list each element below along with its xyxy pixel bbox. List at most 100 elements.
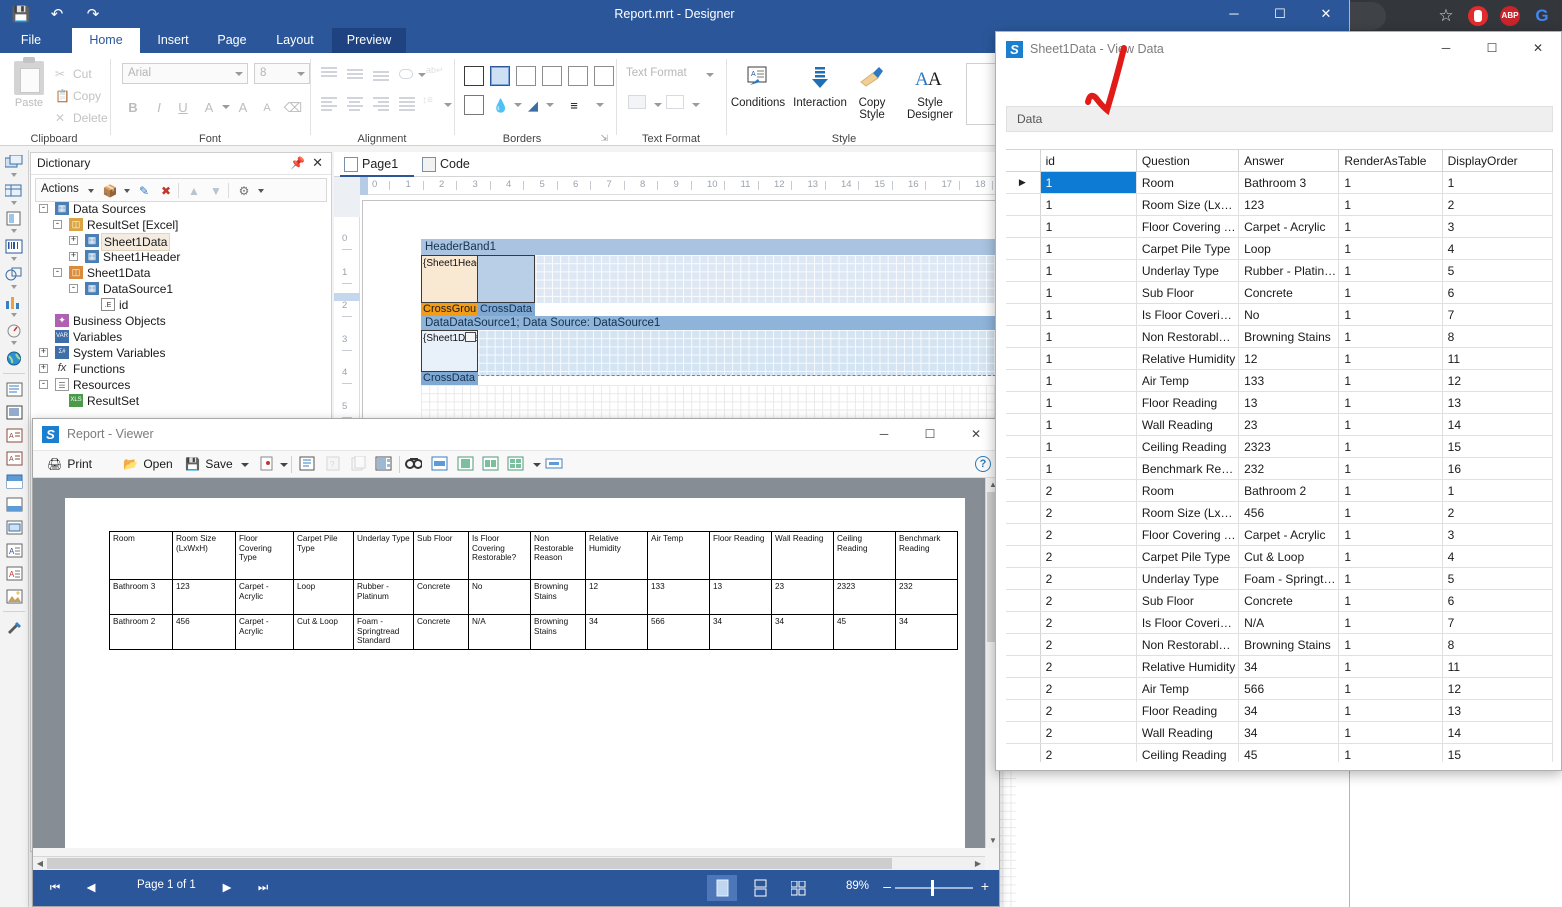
tab-page[interactable]: Page: [206, 28, 258, 53]
cell-question[interactable]: Ceiling Reading: [1136, 743, 1240, 762]
font-color-button[interactable]: A: [198, 97, 220, 119]
copy-style-button[interactable]: Copy Style: [848, 59, 896, 121]
align-right-icon[interactable]: [370, 95, 392, 115]
zoom-slider[interactable]: [895, 887, 973, 889]
row-selector-cell[interactable]: [1006, 655, 1041, 678]
thumbnails-icon[interactable]: [375, 456, 393, 473]
cell-answer[interactable]: Browning Stains: [1238, 325, 1340, 348]
align-top-icon[interactable]: [318, 65, 340, 85]
cell-answer[interactable]: Carpet - Acrylic: [1238, 215, 1340, 238]
cell-renderastable[interactable]: 1: [1338, 699, 1443, 722]
minimize-button[interactable]: ─: [861, 419, 907, 449]
cell-question[interactable]: Room: [1136, 171, 1240, 194]
cell-answer[interactable]: 456: [1238, 501, 1340, 524]
table-row[interactable]: 1 Wall Reading 23 1 14: [1006, 413, 1553, 436]
tree-item-id[interactable]: .E id: [37, 297, 327, 313]
prev-page-button[interactable]: ◀: [79, 878, 103, 898]
cell-id[interactable]: 2: [1040, 611, 1137, 634]
row-selector-cell[interactable]: [1006, 303, 1041, 326]
cell-question[interactable]: Relative Humidity: [1136, 655, 1240, 678]
cell-answer[interactable]: 34: [1238, 721, 1340, 744]
cell-answer[interactable]: N/A: [1238, 611, 1340, 634]
move-up-icon[interactable]: ▲: [186, 183, 202, 199]
expander-icon[interactable]: +: [39, 348, 48, 357]
cell-renderastable[interactable]: 1: [1338, 567, 1443, 590]
table-row[interactable]: 2 Room Bathroom 211: [1006, 479, 1553, 502]
cell-id[interactable]: 1: [1040, 413, 1137, 436]
border-right-icon[interactable]: [594, 66, 614, 86]
text-format-value[interactable]: Text Format: [626, 67, 687, 79]
table-row[interactable]: 2 Is Floor Covering ... N/A 1 7: [1006, 611, 1553, 634]
cell-question[interactable]: Floor Covering Ty...: [1136, 523, 1240, 546]
table-row[interactable]: 1 Underlay Type Rubber - Platinum 1 5: [1006, 259, 1553, 282]
border-style-icon[interactable]: ≡: [554, 95, 594, 117]
chevron-down-icon[interactable]: [596, 103, 604, 107]
table-row[interactable]: 1 Sub Floor Concrete 1 6: [1006, 281, 1553, 304]
table-row[interactable]: 1 Carpet Pile Type Loop 1 4: [1006, 237, 1553, 260]
page-copy-icon[interactable]: [351, 455, 369, 473]
cell-question[interactable]: Sub Floor: [1136, 281, 1240, 304]
cell-question[interactable]: Carpet Pile Type: [1136, 545, 1240, 568]
table-row[interactable]: 2 Carpet Pile Type Cut & Loop 1 4: [1006, 545, 1553, 568]
row-selector-cell[interactable]: ▶: [1006, 171, 1041, 194]
cell-answer[interactable]: Browning Stains: [1238, 633, 1340, 656]
cell-id[interactable]: 1: [1040, 391, 1137, 414]
delete-icon[interactable]: ✖: [158, 183, 174, 199]
cell-answer[interactable]: 123: [1238, 193, 1340, 216]
row-selector-cell[interactable]: [1006, 743, 1041, 762]
align-bottom-icon[interactable]: [370, 65, 392, 85]
expander-icon[interactable]: -: [53, 220, 62, 229]
border-all-icon[interactable]: [464, 66, 484, 86]
chevron-down-icon[interactable]: [514, 103, 522, 107]
cell-renderastable[interactable]: 1: [1338, 721, 1443, 744]
cell-displayorder[interactable]: 15: [1442, 435, 1553, 458]
viewer-horizontal-scrollbar[interactable]: ◀ ▶: [33, 856, 985, 870]
cut-button[interactable]: ✂ Cut: [55, 65, 92, 83]
cell-renderastable[interactable]: 1: [1338, 391, 1443, 414]
grow-font-button[interactable]: A: [232, 97, 254, 119]
blocker-hand-icon[interactable]: [1468, 6, 1488, 26]
tree-item-resources[interactable]: - ☰ Resources: [37, 377, 327, 393]
cell-id[interactable]: 2: [1040, 655, 1137, 678]
help-button[interactable]: ?: [975, 456, 991, 472]
cell-question[interactable]: Sub Floor: [1136, 589, 1240, 612]
cell-answer[interactable]: 133: [1238, 369, 1340, 392]
border-top-icon[interactable]: [516, 66, 536, 86]
cell-id[interactable]: 2: [1040, 699, 1137, 722]
chevron-down-icon[interactable]: [124, 189, 130, 193]
close-button[interactable]: ✕: [1303, 0, 1349, 28]
chevron-down-icon[interactable]: [88, 189, 94, 193]
print-button[interactable]: 🖨 Print: [47, 455, 92, 474]
row-selector-cell[interactable]: [1006, 589, 1041, 612]
expander-icon[interactable]: +: [39, 364, 48, 373]
row-selector-cell[interactable]: [1006, 259, 1041, 282]
cell-renderastable[interactable]: 1: [1338, 523, 1443, 546]
parameters-icon[interactable]: ?: [325, 456, 343, 473]
cell-displayorder[interactable]: 16: [1442, 457, 1553, 480]
row-selector-cell[interactable]: [1006, 413, 1041, 436]
cross-data-label-data[interactable]: CrossData: [421, 372, 478, 385]
cell-answer[interactable]: Carpet - Acrylic: [1238, 523, 1340, 546]
page-header-icon[interactable]: [1, 493, 27, 515]
style-designer-button[interactable]: A A Style Designer: [900, 59, 960, 121]
paste-button[interactable]: Paste: [8, 57, 50, 123]
tree-item-functions[interactable]: + fx Functions: [37, 361, 327, 377]
expander-icon[interactable]: -: [69, 284, 78, 293]
cell-id[interactable]: 1: [1040, 259, 1137, 282]
close-icon[interactable]: ✕: [312, 155, 323, 171]
font-family-select[interactable]: Arial: [122, 63, 248, 84]
cell-renderastable[interactable]: 1: [1338, 259, 1443, 282]
cell-id[interactable]: 1: [1040, 435, 1137, 458]
cell-displayorder[interactable]: 8: [1442, 633, 1553, 656]
close-button[interactable]: ✕: [953, 419, 999, 449]
cell-renderastable[interactable]: 1: [1338, 589, 1443, 612]
row-selector-cell[interactable]: [1006, 501, 1041, 524]
map-icon[interactable]: [1, 347, 27, 369]
cell-id[interactable]: 2: [1040, 501, 1137, 524]
table-row[interactable]: 1 Floor Covering Ty... Carpet - Acrylic 1 3: [1006, 215, 1553, 238]
expander-icon[interactable]: -: [39, 380, 48, 389]
tree-item-datasource1[interactable]: - ▦ DataSource1: [37, 281, 327, 297]
row-selector-cell[interactable]: [1006, 457, 1041, 480]
page-view-icon[interactable]: [431, 456, 449, 473]
chevron-down-icon[interactable]: [11, 257, 17, 261]
